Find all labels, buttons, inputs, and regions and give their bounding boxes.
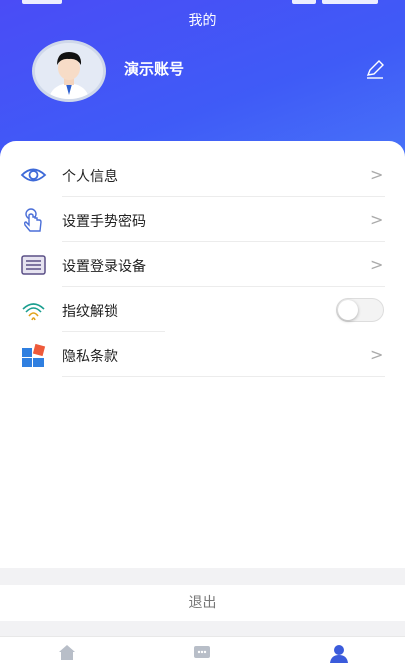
chevron-right-icon: > — [370, 210, 384, 229]
edit-profile-button[interactable] — [364, 58, 386, 80]
divider — [62, 241, 385, 242]
user-icon — [330, 645, 348, 663]
status-bar — [0, 0, 405, 6]
menu-item-login-devices[interactable]: 设置登录设备 > — [0, 243, 405, 287]
tab-bar — [0, 636, 405, 672]
tab-mine[interactable] — [309, 643, 369, 672]
page-title: 我的 — [188, 13, 217, 29]
message-icon — [194, 646, 210, 658]
device-list-icon — [20, 252, 47, 278]
eye-icon — [20, 162, 47, 188]
privacy-tiles-icon — [20, 342, 47, 368]
toggle-knob — [338, 300, 358, 320]
menu-item-personal-info[interactable]: 个人信息 > — [0, 153, 405, 197]
divider — [62, 376, 385, 377]
menu-item-label: 设置登录设备 — [62, 259, 146, 275]
divider — [62, 196, 385, 197]
avatar[interactable] — [32, 40, 106, 102]
menu-item-label: 设置手势密码 — [62, 214, 146, 230]
menu-item-label: 个人信息 — [62, 169, 118, 185]
gesture-hand-icon — [20, 207, 47, 233]
divider — [62, 331, 165, 332]
menu-item-label: 隐私条款 — [62, 349, 118, 365]
logout-button[interactable]: 退出 — [0, 585, 405, 621]
account-name: 演示账号 — [124, 60, 185, 78]
fingerprint-toggle[interactable] — [336, 298, 384, 322]
tab-home[interactable] — [37, 643, 97, 672]
menu-item-label: 指纹解锁 — [62, 304, 118, 320]
chevron-right-icon: > — [370, 345, 384, 364]
fingerprint-icon — [20, 297, 47, 323]
pencil-icon — [366, 60, 384, 79]
chevron-right-icon: > — [370, 165, 384, 184]
home-icon — [59, 645, 75, 660]
menu-item-fingerprint-unlock: 指纹解锁 — [0, 288, 405, 332]
menu-item-gesture-password[interactable]: 设置手势密码 > — [0, 198, 405, 242]
menu-item-privacy-terms[interactable]: 隐私条款 > — [0, 333, 405, 377]
tab-messages[interactable] — [172, 643, 232, 672]
divider — [62, 286, 385, 287]
chevron-right-icon: > — [370, 255, 384, 274]
settings-card: 个人信息 > 设置手势密码 > 设置登录设备 > 指纹解锁 隐私条款 > — [0, 141, 405, 568]
